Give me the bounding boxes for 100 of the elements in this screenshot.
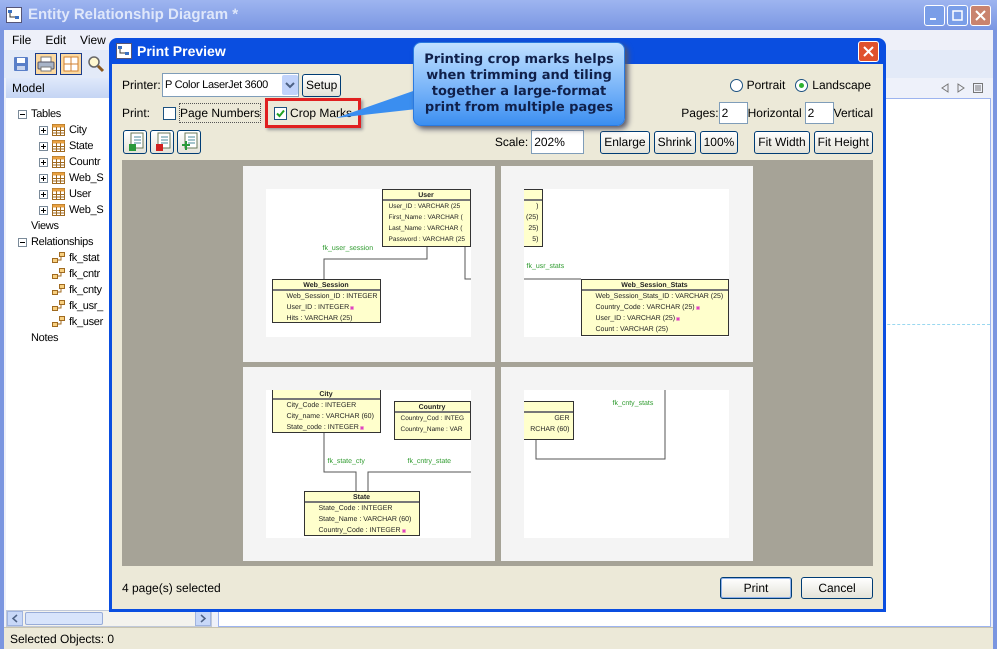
tree-item[interactable]: fk_cntr xyxy=(69,266,100,282)
page-list-icon xyxy=(126,132,144,152)
zoom-button[interactable]: 100% xyxy=(700,130,738,154)
maximize-button[interactable] xyxy=(947,4,968,26)
scroll-thumb[interactable] xyxy=(25,612,103,625)
table-icon xyxy=(52,204,65,216)
tree-item[interactable]: Tables xyxy=(31,106,61,122)
menu-item[interactable]: File xyxy=(12,31,32,49)
tree-item[interactable]: Web_S xyxy=(69,202,104,218)
toolbar-button[interactable] xyxy=(35,53,57,75)
tree-item[interactable]: Views xyxy=(31,218,59,234)
page-tool-button[interactable] xyxy=(150,130,174,154)
expand-icon[interactable] xyxy=(39,158,48,166)
diagram-icon xyxy=(116,43,132,59)
vertical-label: Vertical xyxy=(834,105,873,122)
radio-button[interactable] xyxy=(795,78,808,92)
table-icon xyxy=(52,156,65,168)
close-button[interactable] xyxy=(970,4,991,26)
selection-status: 4 page(s) selected xyxy=(122,580,221,596)
radio-label[interactable]: Portrait xyxy=(746,76,786,94)
relationship-icon xyxy=(52,316,65,328)
panel-title: Model xyxy=(12,80,45,97)
horizontal-scrollbar[interactable] xyxy=(6,610,212,627)
page-tool-button[interactable] xyxy=(177,130,201,154)
toolbar-button[interactable] xyxy=(60,53,82,75)
vertical-pages-field[interactable]: 2 xyxy=(804,102,834,124)
scroll-left-icon[interactable] xyxy=(7,611,23,626)
tree-item[interactable]: User xyxy=(69,186,92,202)
tree-item[interactable]: Countr xyxy=(69,154,100,170)
fit-button[interactable]: Fit Width xyxy=(754,130,810,154)
menu-item[interactable]: Edit xyxy=(45,31,66,49)
connector-line xyxy=(464,246,470,280)
left-arrow-icon[interactable] xyxy=(941,83,949,93)
expand-icon[interactable] xyxy=(39,190,48,198)
relationship-icon xyxy=(52,252,65,264)
callout-text: Printing crop marks helps when trimming and tiling together a large-format print from multiple pages xyxy=(423,52,615,116)
tree-item[interactable]: State xyxy=(69,138,94,154)
close-button[interactable] xyxy=(858,40,879,62)
dialog-button[interactable]: Cancel xyxy=(801,576,873,598)
close-icon xyxy=(975,10,986,20)
printer-dropdown[interactable]: P Color LaserJet 3600 xyxy=(162,73,299,97)
minimize-button[interactable] xyxy=(924,4,945,26)
checkbox[interactable] xyxy=(274,106,288,120)
zoom-button[interactable]: Enlarge xyxy=(600,130,650,154)
window-title: Entity Relationship Diagram * xyxy=(28,4,238,25)
expand-icon[interactable] xyxy=(39,142,48,150)
key-mark-icon xyxy=(696,306,700,310)
tree-item[interactable]: fk_stat xyxy=(69,250,100,266)
relationship-icon xyxy=(52,284,65,296)
dialog-button[interactable]: Print xyxy=(720,576,792,598)
table-icon xyxy=(52,140,65,152)
scroll-right-icon[interactable] xyxy=(195,611,211,626)
tree-item[interactable]: City xyxy=(69,122,87,138)
checkbox-label[interactable]: Page Numbers xyxy=(179,103,262,123)
tree-item[interactable]: Notes xyxy=(31,330,58,346)
zoom-button[interactable]: Shrink xyxy=(654,130,696,154)
relationship-icon xyxy=(52,268,65,280)
printer-icon xyxy=(37,56,55,72)
fit-button[interactable]: Fit Height xyxy=(814,130,873,154)
right-arrow-icon[interactable] xyxy=(957,83,965,93)
relationship-icon xyxy=(52,300,65,312)
setup-button[interactable]: Setup xyxy=(302,74,342,96)
radio-button[interactable] xyxy=(730,78,743,92)
collapse-icon[interactable] xyxy=(18,238,27,246)
dialog-title: Print Preview xyxy=(137,42,226,60)
tree-item[interactable]: fk_cnty xyxy=(69,282,102,298)
expand-icon[interactable] xyxy=(39,206,48,214)
page-list-icon xyxy=(180,132,198,152)
menu-item[interactable]: View xyxy=(80,31,106,49)
page-list-icon xyxy=(153,132,171,152)
scale-field[interactable]: 202% xyxy=(531,130,584,154)
diagram-icon xyxy=(6,7,22,23)
key-mark-icon xyxy=(402,528,406,532)
radio-label[interactable]: Landscape xyxy=(812,76,871,94)
expand-icon[interactable] xyxy=(39,174,48,182)
checkbox[interactable] xyxy=(163,106,176,120)
table-icon xyxy=(52,172,65,184)
key-mark-icon xyxy=(350,306,354,310)
close-icon xyxy=(863,46,874,56)
tree-item[interactable]: fk_usr_ xyxy=(69,298,103,314)
tree-item[interactable]: Relationships xyxy=(31,234,94,250)
collapse-icon[interactable] xyxy=(18,110,27,118)
tree-item[interactable]: fk_user xyxy=(69,314,103,330)
tree-item[interactable]: Web_S xyxy=(69,170,104,186)
horizontal-label: Horizontal xyxy=(748,105,803,122)
pages-label: Pages: xyxy=(681,105,719,122)
minimize-icon xyxy=(930,18,936,20)
expand-icon[interactable] xyxy=(39,126,48,134)
horizontal-pages-field[interactable]: 2 xyxy=(718,102,748,124)
scale-label: Scale: xyxy=(494,134,528,151)
key-mark-icon xyxy=(676,316,680,320)
maximize-icon xyxy=(952,10,963,20)
print-label: Print: xyxy=(122,105,152,122)
page-grid-icon xyxy=(63,56,79,72)
list-icon[interactable] xyxy=(973,83,983,93)
status-text: Selected Objects: 0 xyxy=(10,630,114,648)
page-tool-button[interactable] xyxy=(123,130,147,154)
key-mark-icon xyxy=(360,426,364,430)
table-icon xyxy=(52,124,65,136)
table-icon xyxy=(52,188,65,200)
